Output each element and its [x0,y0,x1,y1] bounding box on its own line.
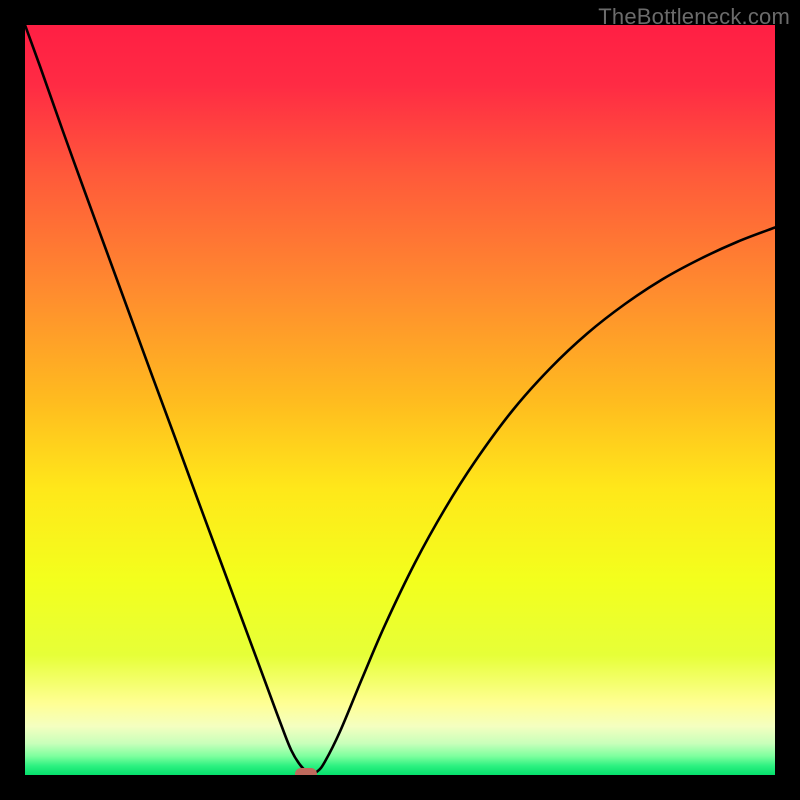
minimum-marker [295,768,317,776]
watermark-text: TheBottleneck.com [598,4,790,30]
plot-area [25,25,775,775]
curve-layer [25,25,775,775]
bottleneck-curve [25,25,775,774]
chart-frame: TheBottleneck.com [0,0,800,800]
